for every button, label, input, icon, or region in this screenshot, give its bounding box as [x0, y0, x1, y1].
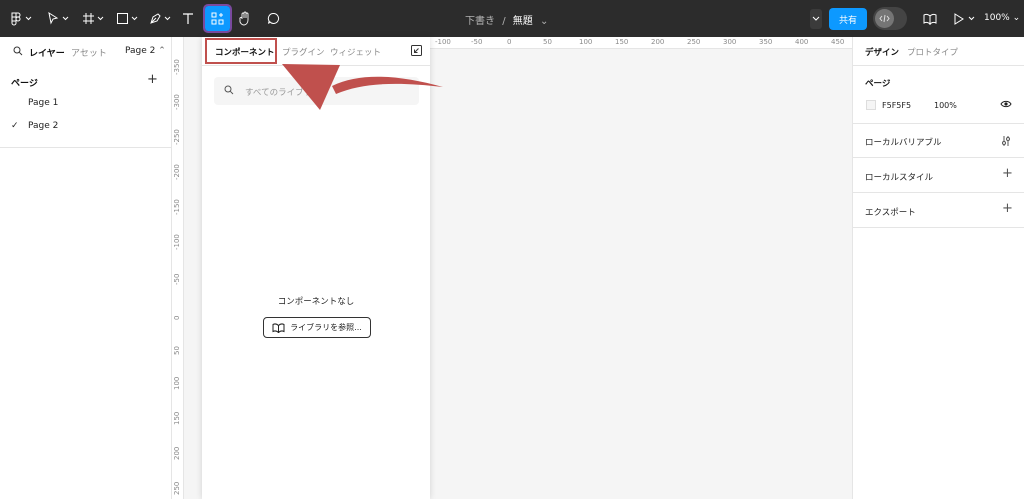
- browse-libraries-button[interactable]: ライブラリを参照...: [263, 317, 371, 338]
- ruler-tick-label: 200: [173, 446, 181, 460]
- ruler-tick-label: 50: [543, 38, 552, 46]
- empty-message: コンポーネントなし: [277, 297, 355, 307]
- pen-icon[interactable]: [147, 6, 163, 31]
- horizontal-ruler: -100 -50 0 50 100 150 200 250 300 350 400 450: [430, 37, 852, 49]
- page-item[interactable]: Page 1: [28, 98, 58, 108]
- browse-libraries-label: ライブラリを参照...: [290, 323, 362, 332]
- hand-icon[interactable]: [236, 6, 254, 31]
- left-panel: レイヤー アセット Page 2 ⌃ ページ + Page 1 ✓ Page 2: [0, 37, 172, 499]
- file-name[interactable]: 無題: [513, 16, 533, 27]
- ruler-tick-label: 50: [173, 346, 181, 355]
- page-fill-hex[interactable]: F5F5F5: [882, 101, 911, 110]
- divider: [0, 147, 171, 148]
- page-item[interactable]: Page 2: [28, 121, 58, 131]
- ruler-tick-label: 150: [173, 411, 181, 425]
- divider: [853, 227, 1024, 228]
- plus-icon[interactable]: +: [1002, 166, 1013, 181]
- ruler-tick-label: -200: [173, 164, 181, 180]
- chevron-down-icon[interactable]: [97, 15, 104, 22]
- ruler-tick-label: 100: [579, 38, 593, 46]
- checkmark-icon: ✓: [11, 121, 19, 131]
- tab-layers[interactable]: レイヤー: [29, 46, 65, 59]
- tab-assets[interactable]: アセット: [71, 46, 107, 59]
- ruler-tick-label: -250: [173, 129, 181, 145]
- chevron-up-icon: ⌃: [158, 46, 166, 56]
- present-play-icon[interactable]: [952, 6, 966, 31]
- library-book-icon[interactable]: [921, 6, 939, 31]
- page-section-header: ページ: [865, 79, 891, 89]
- divider: [853, 192, 1024, 193]
- chevron-down-icon[interactable]: [968, 15, 975, 22]
- ruler-tick-label: -150: [173, 199, 181, 215]
- library-book-icon: [272, 322, 285, 333]
- breadcrumb-separator: /: [502, 16, 506, 27]
- page-selector[interactable]: Page 2 ⌃: [125, 46, 166, 56]
- divider: [853, 123, 1024, 124]
- eye-icon[interactable]: [1000, 99, 1012, 109]
- ruler-tick-label: 200: [651, 38, 665, 46]
- ruler-tick-label: 250: [173, 481, 181, 495]
- chevron-down-icon[interactable]: [62, 15, 69, 22]
- ruler-tick-label: -100: [435, 38, 451, 46]
- figma-menu-icon[interactable]: [8, 6, 24, 31]
- top-toolbar: 下書き / 無題 ⌄ 共有 100% ⌄: [0, 0, 1024, 37]
- comment-icon[interactable]: [265, 6, 281, 31]
- ruler-tick-label: -50: [173, 273, 181, 285]
- ruler-tick-label: 0: [173, 315, 181, 320]
- dev-mode-knob: [875, 9, 894, 28]
- file-breadcrumb[interactable]: 下書き / 無題 ⌄: [465, 12, 548, 27]
- share-button[interactable]: 共有: [829, 8, 867, 30]
- search-icon[interactable]: [13, 46, 23, 56]
- chevron-down-icon[interactable]: [164, 15, 171, 22]
- local-variables-section[interactable]: ローカルバリアブル: [865, 136, 942, 148]
- ruler-tick-label: 450: [831, 38, 845, 46]
- pages-header: ページ: [11, 79, 38, 89]
- annotation-arrow-icon: [282, 64, 443, 110]
- ruler-tick-label: 400: [795, 38, 809, 46]
- code-icon: [879, 14, 890, 23]
- sliders-icon[interactable]: [1001, 135, 1011, 147]
- dev-mode-toggle[interactable]: [873, 7, 907, 30]
- divider: [853, 65, 1024, 66]
- text-icon[interactable]: [180, 6, 196, 31]
- chevron-down-icon[interactable]: [25, 15, 32, 22]
- ruler-tick-label: -100: [173, 234, 181, 250]
- highlight-box: [205, 38, 277, 64]
- rectangle-icon[interactable]: [114, 6, 130, 31]
- ruler-tick-label: 100: [173, 376, 181, 390]
- tab-design[interactable]: デザイン: [865, 46, 899, 58]
- ruler-tick-label: -300: [173, 94, 181, 110]
- chevron-down-icon[interactable]: ⌄: [540, 16, 548, 27]
- ruler-tick-label: 250: [687, 38, 701, 46]
- ruler-tick-label: 0: [507, 38, 512, 46]
- export-section[interactable]: エクスポート: [865, 206, 916, 218]
- vertical-ruler: -350 -300 -250 -200 -150 -100 -50 0 50 100 150 200 2…: [172, 37, 184, 499]
- divider: [853, 157, 1024, 158]
- local-styles-section[interactable]: ローカルスタイル: [865, 171, 933, 183]
- ruler-tick-label: -350: [173, 59, 181, 75]
- chevron-down-icon: ⌄: [1012, 13, 1021, 23]
- cursor-arrow-icon[interactable]: [45, 6, 61, 31]
- zoom-label: 100%: [984, 13, 1010, 23]
- frame-hash-icon[interactable]: [80, 6, 96, 31]
- ruler-tick-label: 350: [759, 38, 773, 46]
- zoom-level[interactable]: 100% ⌄: [984, 13, 1020, 23]
- page-fill-swatch[interactable]: [866, 100, 876, 110]
- right-panel: デザイン プロトタイプ ページ F5F5F5 100% ローカルバリアブル ロー…: [852, 37, 1024, 499]
- tab-prototype[interactable]: プロトタイプ: [907, 46, 958, 58]
- ruler-tick-label: -50: [471, 38, 483, 46]
- page-fill-opacity[interactable]: 100%: [934, 101, 957, 110]
- plus-icon[interactable]: +: [1002, 201, 1013, 216]
- chevron-down-icon[interactable]: [131, 15, 138, 22]
- add-page-icon[interactable]: +: [147, 72, 158, 87]
- multiplayer-dropdown[interactable]: [810, 9, 822, 29]
- ruler-tick-label: 300: [723, 38, 737, 46]
- page-selector-label: Page 2: [125, 46, 156, 56]
- breadcrumb-folder[interactable]: 下書き: [465, 16, 495, 27]
- ruler-tick-label: 150: [615, 38, 629, 46]
- components-icon[interactable]: [203, 4, 232, 33]
- search-icon: [224, 85, 234, 95]
- chevron-down-icon: [812, 16, 820, 21]
